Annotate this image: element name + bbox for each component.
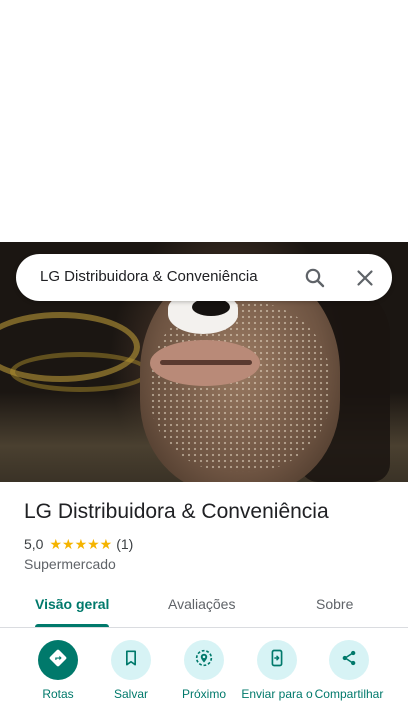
bookmark-icon — [121, 648, 141, 673]
nearby-label: Próximo — [181, 687, 226, 701]
place-title: LG Distribuidora & Conveniência — [24, 500, 329, 523]
save-button-circle[interactable] — [111, 640, 151, 680]
photo-lips-line — [160, 360, 252, 365]
search-bar[interactable]: LG Distribuidora & Conveniência — [16, 254, 392, 301]
blank-header-area — [0, 0, 408, 242]
rating-value: 5,0 — [24, 536, 44, 552]
action-buttons: Rotas Salvar Próximo Enviar para o Compa… — [0, 640, 408, 724]
nearby-icon — [193, 647, 215, 674]
tab-reviews[interactable]: Avaliações — [168, 596, 235, 612]
photo-rope-decoration — [10, 352, 150, 392]
send-to-phone-icon — [267, 648, 287, 673]
nearby-button-circle[interactable] — [184, 640, 224, 680]
directions-button-circle[interactable] — [38, 640, 78, 680]
save-button[interactable]: Salvar — [91, 640, 171, 702]
directions-icon — [47, 647, 69, 674]
active-tab-indicator — [35, 624, 109, 627]
share-label: Compartilhar — [314, 687, 384, 701]
directions-button[interactable]: Rotas — [18, 640, 98, 702]
directions-label: Rotas — [42, 687, 74, 701]
close-icon[interactable] — [353, 266, 377, 290]
rating-row[interactable]: 5,0 ★★★★★ (1) — [24, 535, 133, 553]
search-icon[interactable] — [303, 266, 327, 290]
send-to-phone-button[interactable]: Enviar para o — [237, 640, 317, 702]
send-to-phone-button-circle[interactable] — [257, 640, 297, 680]
nearby-button[interactable]: Próximo — [164, 640, 244, 702]
search-input[interactable]: LG Distribuidora & Conveniência — [40, 268, 258, 285]
save-label: Salvar — [113, 687, 148, 701]
place-category[interactable]: Supermercado — [24, 556, 116, 572]
share-icon — [339, 648, 359, 673]
tab-about[interactable]: Sobre — [316, 596, 353, 612]
send-to-phone-label: Enviar para o — [241, 687, 313, 701]
share-button[interactable]: Compartilhar — [310, 640, 388, 702]
rating-stars: ★★★★★ — [49, 535, 113, 552]
review-count[interactable]: (1) — [116, 536, 133, 552]
tab-overview[interactable]: Visão geral — [35, 596, 109, 612]
tab-bar: Visão geral Avaliações Sobre — [0, 588, 408, 628]
share-button-circle[interactable] — [329, 640, 369, 680]
